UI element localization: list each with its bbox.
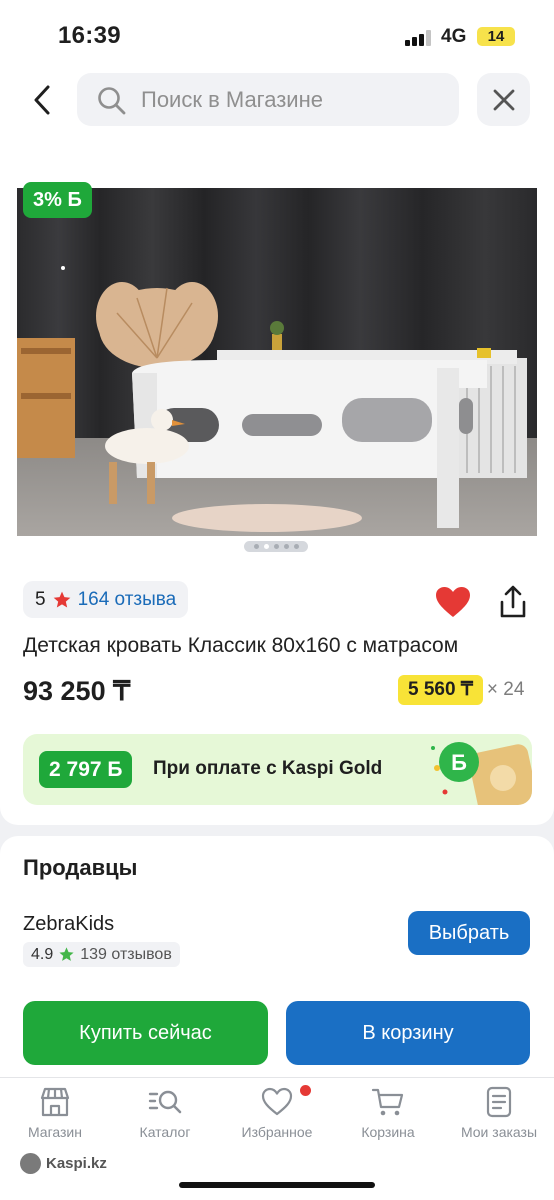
pagination-dot[interactable] bbox=[283, 544, 289, 549]
product-price: 93 250 ₸ bbox=[23, 676, 131, 706]
catalog-search-icon bbox=[148, 1090, 182, 1114]
gold-banner-text: При оплате с Kaspi Gold bbox=[153, 758, 383, 779]
cart-icon bbox=[371, 1088, 404, 1116]
status-bar: 16:39 4G 14 bbox=[0, 0, 554, 70]
tab-label: Избранное bbox=[241, 1124, 313, 1140]
tab-label: Мои заказы bbox=[460, 1124, 538, 1140]
search-input[interactable] bbox=[141, 73, 441, 126]
battery-icon: 14 bbox=[477, 27, 515, 46]
chevron-left-icon bbox=[34, 85, 50, 115]
tab-label: Магазин bbox=[27, 1124, 82, 1140]
tab-label: Корзина bbox=[361, 1124, 415, 1140]
kaspi-logo-text: Kaspi.kz bbox=[46, 1155, 107, 1172]
pagination-dot[interactable] bbox=[253, 544, 259, 549]
tab-label: Каталог bbox=[139, 1124, 191, 1140]
sellers-title: Продавцы bbox=[23, 855, 138, 880]
heart-icon bbox=[261, 1087, 293, 1116]
star-icon bbox=[59, 947, 74, 961]
product-image[interactable] bbox=[17, 188, 537, 536]
pagination-dot[interactable] bbox=[293, 544, 299, 549]
seller-reviews: 139 отзывов bbox=[80, 945, 172, 963]
buy-now-button[interactable]: Купить сейчас bbox=[23, 1001, 268, 1065]
kaspi-gold-banner[interactable]: 2 797 Б При оплате с Kaspi Gold Б bbox=[23, 734, 532, 805]
cashback-badge: 3% Б bbox=[23, 182, 92, 218]
star-icon bbox=[53, 591, 70, 607]
product-title: Детская кровать Классик 80х160 с матрасо… bbox=[23, 634, 459, 657]
seller-score: 4.9 bbox=[31, 945, 54, 963]
tab-cart[interactable]: Корзина bbox=[333, 1086, 443, 1148]
seller-name[interactable]: ZebraKids bbox=[23, 913, 114, 936]
kaspi-gold-card-icon: Б bbox=[431, 742, 532, 805]
bonus-badge: 2 797 Б bbox=[39, 751, 133, 788]
image-pagination bbox=[244, 541, 308, 552]
installment-info[interactable]: 5 560 ₸ × 24 bbox=[398, 675, 524, 705]
signal-icon bbox=[405, 30, 435, 46]
rating-chip[interactable]: 5 164 отзыва bbox=[23, 581, 189, 618]
tab-catalog[interactable]: Каталог bbox=[110, 1086, 220, 1148]
close-button[interactable] bbox=[477, 73, 530, 126]
rating-value: 5 bbox=[35, 588, 46, 610]
back-button[interactable] bbox=[24, 78, 60, 122]
add-to-cart-button[interactable]: В корзину bbox=[286, 1001, 530, 1065]
installment-months: × 24 bbox=[486, 679, 525, 700]
share-icon bbox=[500, 585, 526, 618]
search-icon bbox=[98, 87, 126, 115]
tab-store[interactable]: Магазин bbox=[0, 1086, 110, 1148]
pagination-dot[interactable] bbox=[273, 544, 279, 549]
bed-photo bbox=[17, 188, 537, 536]
svg-text:Б: Б bbox=[451, 750, 467, 775]
status-time: 16:39 bbox=[58, 22, 121, 49]
favorites-notification-dot bbox=[300, 1085, 311, 1096]
home-indicator[interactable] bbox=[179, 1182, 375, 1188]
reviews-link[interactable]: 164 отзыва bbox=[78, 589, 177, 611]
tab-my-orders[interactable]: Мои заказы bbox=[444, 1086, 554, 1148]
heart-filled-icon bbox=[436, 587, 470, 617]
installment-amount: 5 560 ₸ bbox=[398, 675, 483, 705]
store-icon bbox=[40, 1087, 70, 1117]
pagination-dot-active[interactable] bbox=[263, 544, 269, 549]
orders-icon bbox=[486, 1086, 512, 1118]
search-box[interactable] bbox=[77, 73, 459, 126]
seller-rating: 4.9 139 отзывов bbox=[23, 942, 180, 967]
network-type: 4G bbox=[441, 26, 467, 47]
favorite-button[interactable] bbox=[434, 585, 472, 619]
kaspi-logo: Kaspi.kz bbox=[20, 1153, 107, 1174]
kaspi-logo-icon bbox=[20, 1153, 41, 1174]
share-button[interactable] bbox=[494, 583, 532, 621]
close-icon bbox=[493, 89, 514, 110]
tab-favorites[interactable]: Избранное bbox=[222, 1086, 332, 1148]
choose-seller-button[interactable]: Выбрать bbox=[408, 911, 530, 955]
